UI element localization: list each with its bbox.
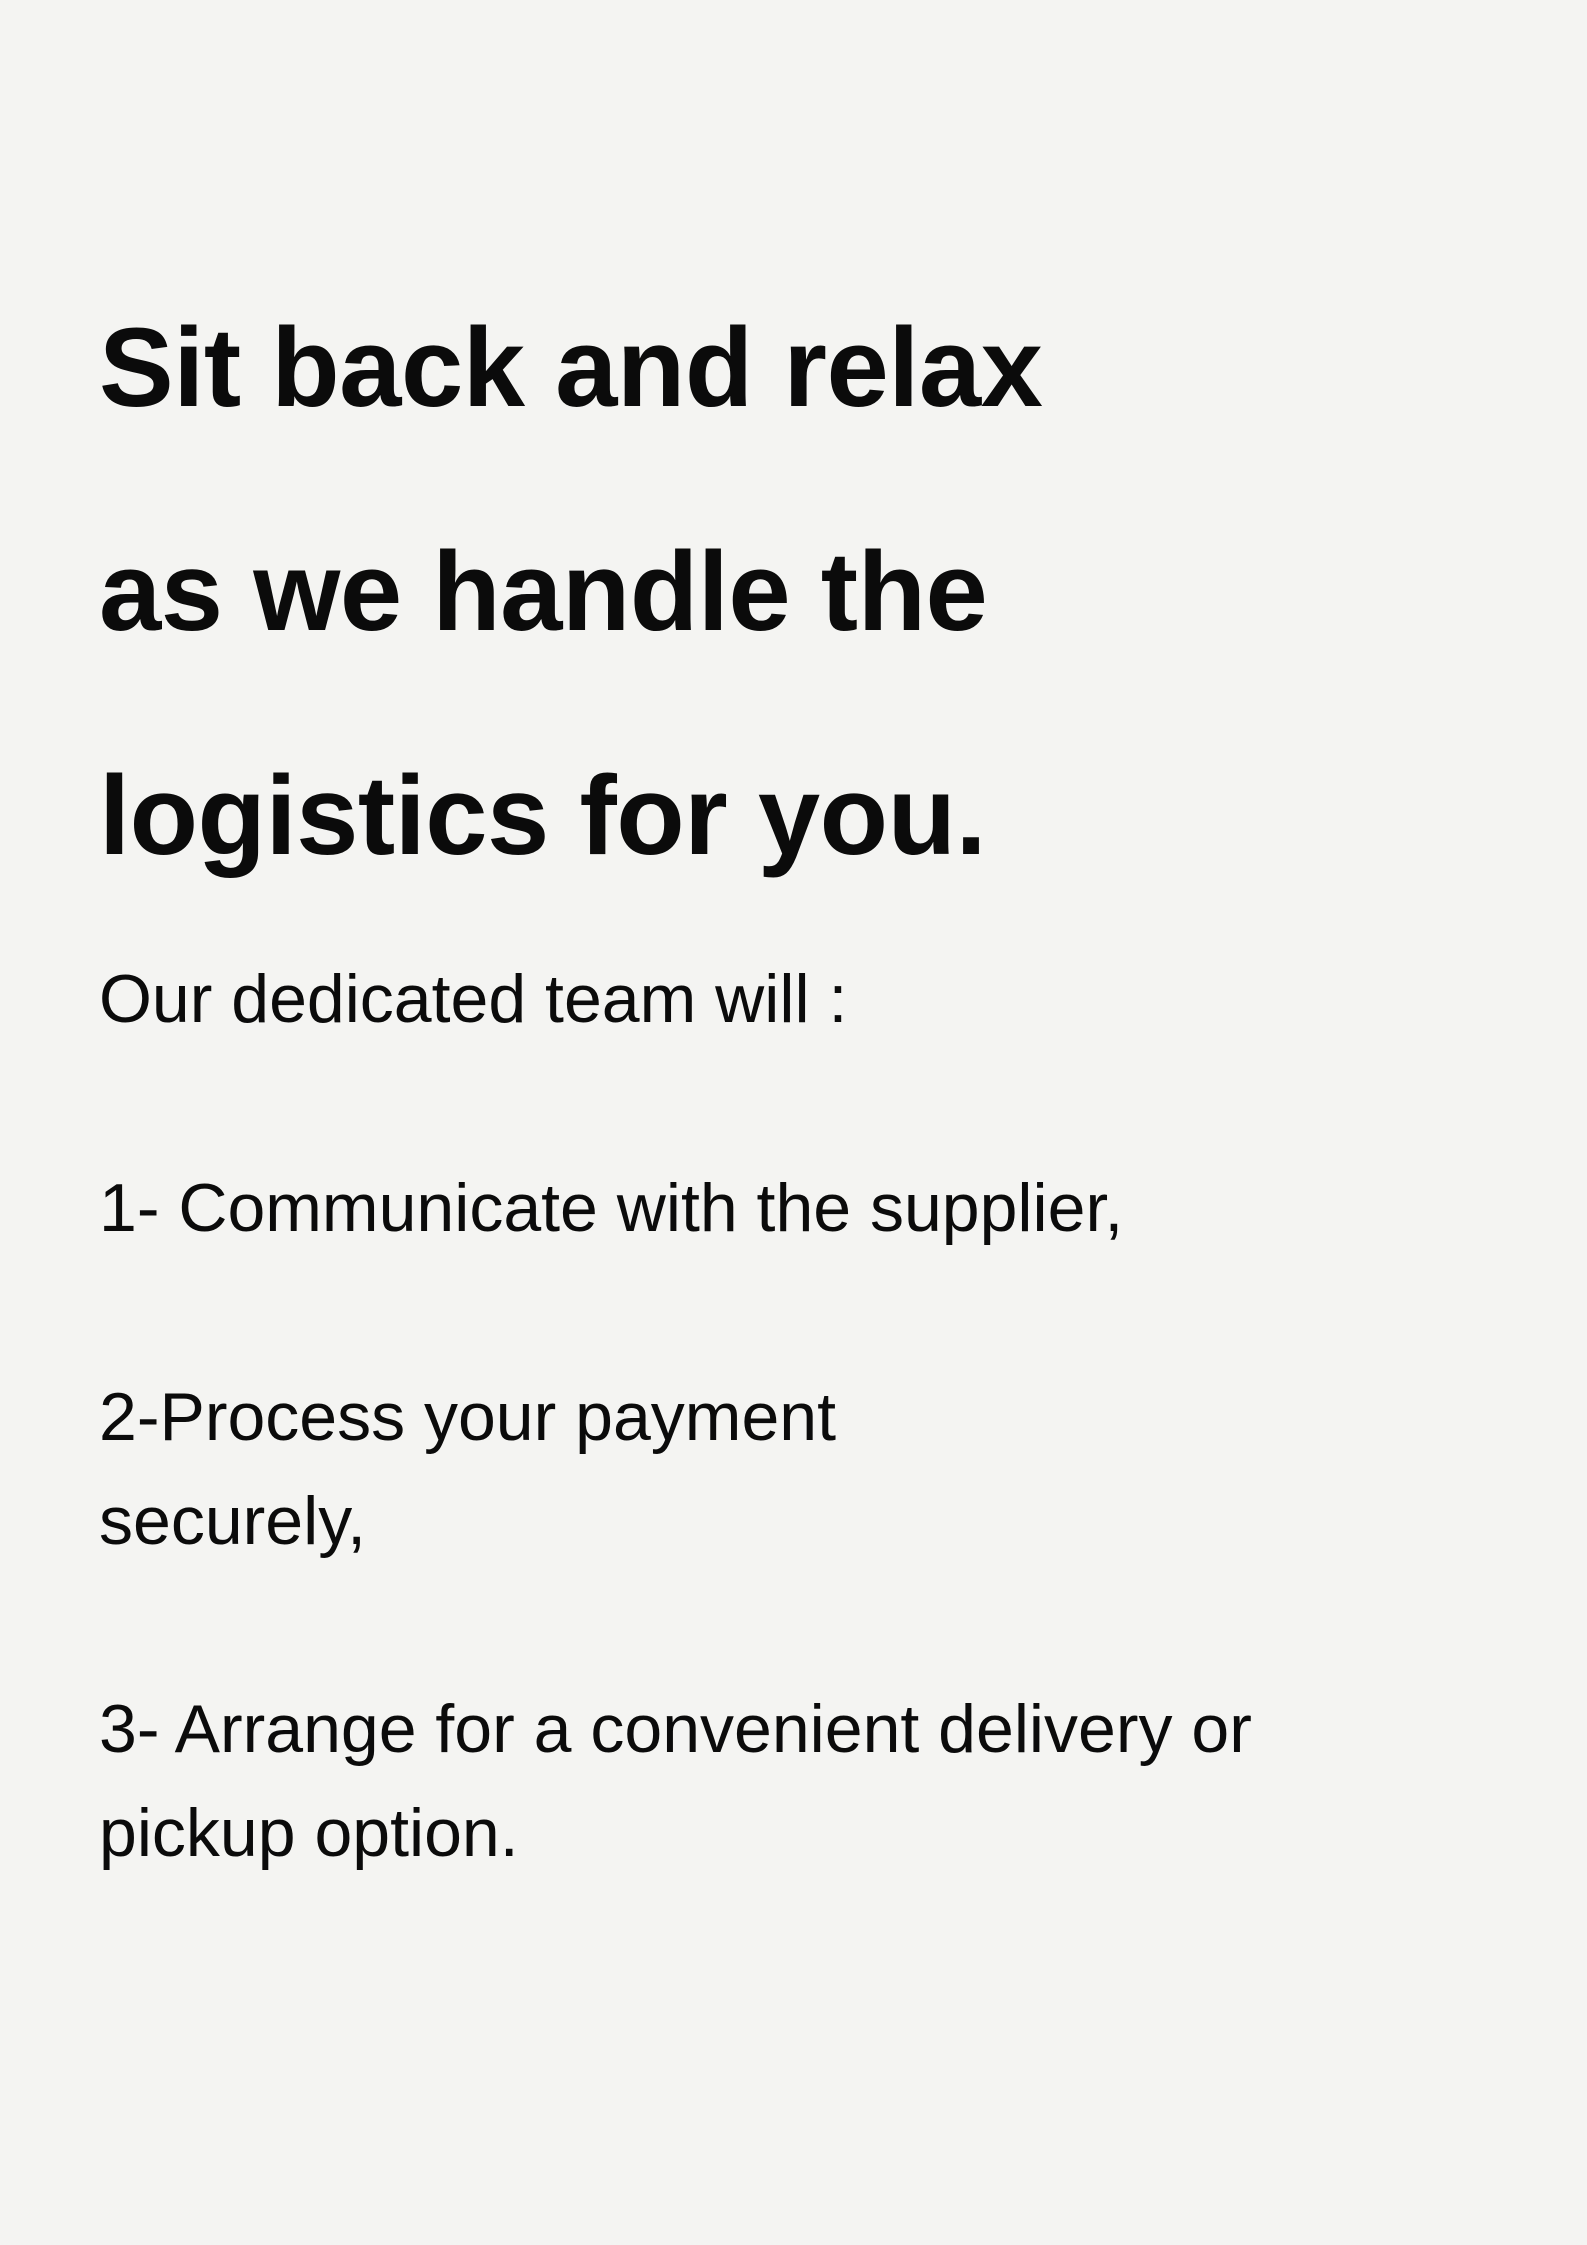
step-line: pickup option. — [99, 1795, 519, 1871]
step-item-payment: 2-Process your payment securely, — [99, 1365, 1479, 1573]
step-line: securely, — [99, 1483, 367, 1559]
heading-line: as we handle the — [99, 529, 988, 654]
step-line: 1- Communicate with the supplier, — [99, 1170, 1124, 1246]
heading-line: Sit back and relax — [99, 305, 1043, 430]
step-item-delivery: 3- Arrange for a convenient delivery or … — [99, 1677, 1479, 1885]
page-heading: Sit back and relax as we handle the logi… — [99, 256, 1043, 928]
heading-line: logistics for you. — [99, 753, 987, 878]
document-page: Sit back and relax as we handle the logi… — [0, 0, 1587, 2245]
step-line: 3- Arrange for a convenient delivery or — [99, 1691, 1252, 1767]
intro-text: Our dedicated team will : — [99, 947, 1479, 1051]
intro-line: Our dedicated team will : — [99, 961, 848, 1037]
step-item-communicate: 1- Communicate with the supplier, — [99, 1156, 1479, 1260]
step-line: 2-Process your payment — [99, 1379, 836, 1455]
